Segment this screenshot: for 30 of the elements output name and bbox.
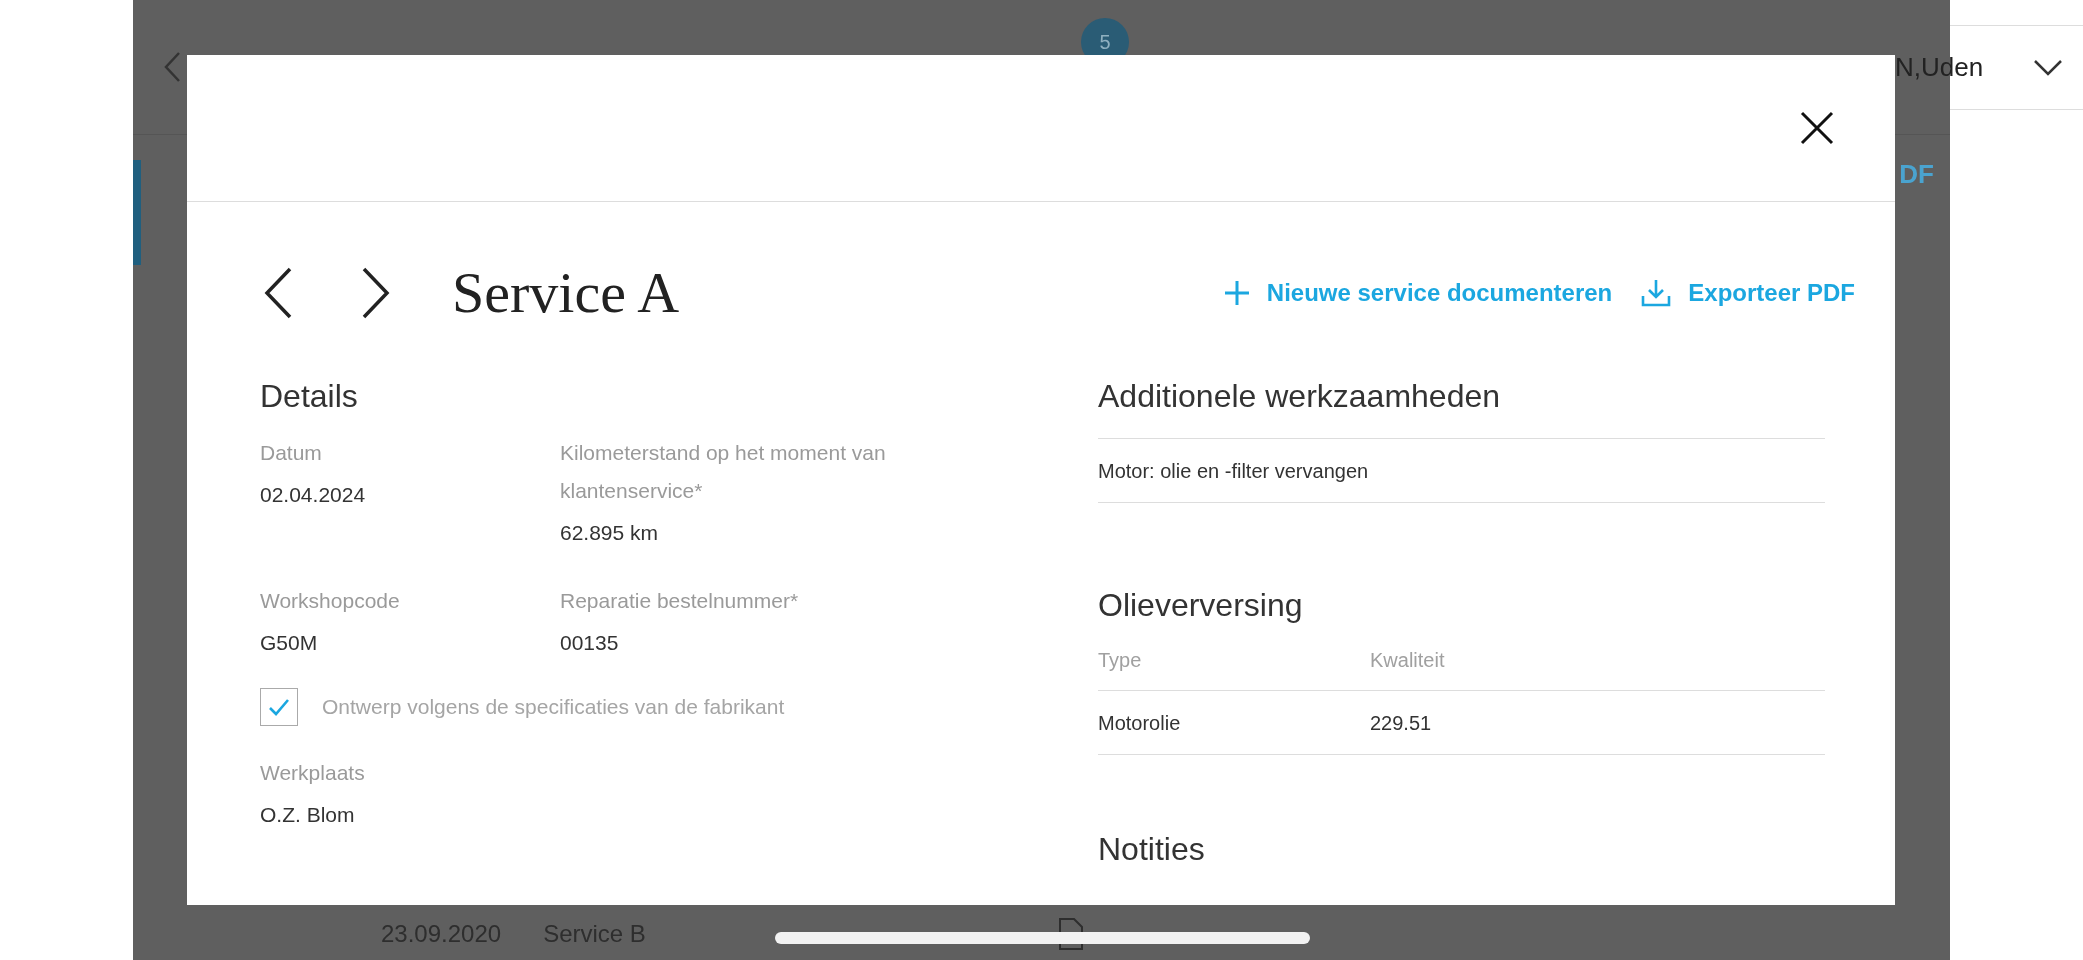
chevron-down-icon[interactable] xyxy=(2033,58,2063,77)
field-value: G50M xyxy=(260,630,319,656)
column-header: Type xyxy=(1098,647,1143,673)
section-heading: Additionele werkzaamheden xyxy=(1098,377,1502,416)
field-value: 02.04.2024 xyxy=(260,482,367,508)
field-label: Workshopcode xyxy=(260,588,401,614)
section-heading: Details xyxy=(260,377,359,416)
field-label: Kilometerstand op het moment van klantenservice* xyxy=(560,440,887,504)
back-chevron-icon xyxy=(163,51,181,83)
plus-icon xyxy=(1222,279,1251,307)
field-value: 62.895 km xyxy=(560,520,660,546)
export-link[interactable]: DF xyxy=(1899,155,1934,194)
checkbox-label: Ontwerp volgens de specificaties van de fabrikant xyxy=(322,694,785,721)
section-heading: Notities xyxy=(1098,830,1206,869)
download-icon xyxy=(1640,278,1673,308)
column-header: Kwaliteit xyxy=(1370,647,1446,673)
checkmark-icon xyxy=(268,697,290,717)
field-label: Werkplaats xyxy=(260,760,366,786)
field-label: Reparatie bestelnummer* xyxy=(560,588,800,614)
table-cell-text: 229.51 xyxy=(1370,710,1433,736)
table-cell-text: Motorolie xyxy=(1098,710,1182,736)
field-label: Datum xyxy=(260,440,323,466)
section-heading: Olieverversing xyxy=(1098,586,1304,625)
field-value: O.Z. Blom xyxy=(260,802,356,828)
export-pdf-button[interactable]: Exporteer PDF xyxy=(1640,275,1855,311)
dialog-title: Service A xyxy=(452,264,680,322)
add-service-button[interactable]: Nieuwe service documenteren xyxy=(1222,275,1613,311)
field-value: 00135 xyxy=(560,630,620,656)
checkbox[interactable] xyxy=(260,688,298,726)
work-item: Motor: olie en -filter vervangen xyxy=(1098,458,1369,484)
